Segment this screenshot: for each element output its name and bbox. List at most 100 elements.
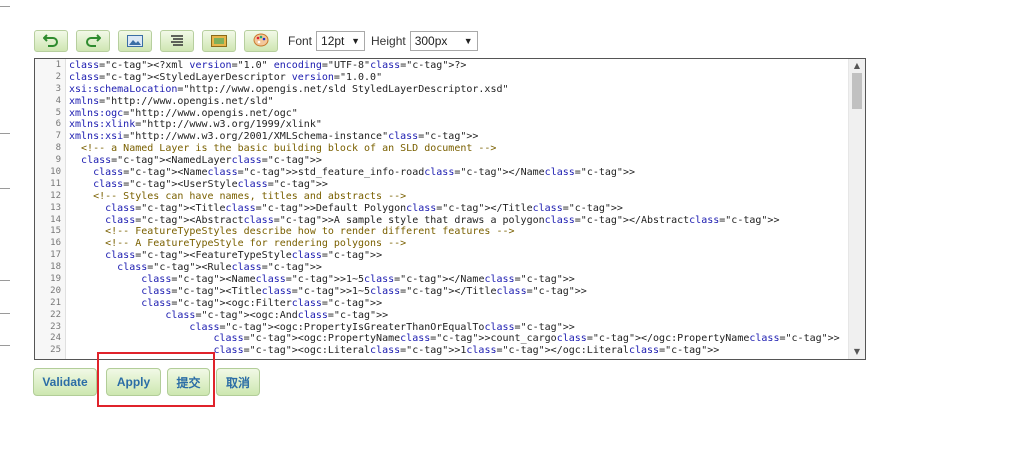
margin-tick [0,6,10,7]
code-text: <!-- a Named Layer is the basic building… [69,143,497,155]
height-value: 300px [414,34,448,48]
margin-tick [0,188,10,189]
apply-button[interactable]: Apply [106,368,161,396]
preview-button[interactable] [202,30,236,52]
code-line: 1 class="c-tag"><?xml version="1.0" encod… [35,60,865,72]
dropdown-arrow-icon: ▼ [463,36,473,46]
picture-frame-icon [211,32,227,51]
line-number: 5 [55,107,61,118]
insert-image-button[interactable] [118,30,152,52]
code-line: 4 xmlns="http://www.opengis.net/sld" [35,96,865,108]
code-line: 2 class="c-tag"><StyledLayerDescriptor ve… [35,72,865,84]
margin-tick [0,280,10,281]
line-number: 18 [50,262,61,273]
line-number: 2 [55,71,61,82]
margin-tick [0,345,10,346]
margin-tick [0,133,10,134]
dropdown-arrow-icon: ▼ [351,36,361,46]
line-number: 6 [55,119,61,130]
code-text: class="c-tag"><FeatureTypeStyleclass="c-… [105,250,383,262]
scroll-down-icon[interactable]: ▼ [849,345,865,359]
line-number: 16 [50,238,61,249]
code-text: xmlns:ogc="http://www.opengis.net/ogc" [69,107,298,119]
code-text: class="c-tag"><?xml version="1.0" encodi… [69,60,467,71]
code-line: 5 xmlns:ogc="http://www.opengis.net/ogc" [35,108,865,120]
code-line: 7 xmlns:xsi="http://www.w3.org/2001/XMLSc… [35,131,865,143]
code-text: class="c-tag"><Nameclass="c-tag">>std_fe… [93,167,635,179]
code-editor[interactable]: 1 class="c-tag"><?xml version="1.0" encod… [34,58,866,360]
redo-icon [85,32,102,51]
code-line: 10 class="c-tag"><Nameclass="c-tag">>std… [35,167,865,179]
code-line: 14 class="c-tag"><Abstractclass="c-tag">… [35,215,865,227]
undo-button[interactable] [34,30,68,52]
code-line: 25 class="c-tag"><ogc:Literalclass="c-ta… [35,345,865,357]
palette-icon [253,32,269,51]
code-line: 16 <!-- A FeatureTypeStyle for rendering… [35,238,865,250]
format-lines-icon [170,32,184,51]
code-line: 20 class="c-tag"><Titleclass="c-tag">>1~… [35,286,865,298]
code-text: class="c-tag"><Titleclass="c-tag">>Defau… [105,202,623,214]
code-line: 9 class="c-tag"><NamedLayerclass="c-tag"… [35,155,865,167]
code-line: 13 class="c-tag"><Titleclass="c-tag">>De… [35,203,865,215]
line-number: 3 [55,83,61,94]
code-text: class="c-tag"><ogc:PropertyNameclass="c-… [213,333,840,345]
code-text: <!-- FeatureTypeStyles describe how to r… [69,226,515,238]
line-number: 20 [50,285,61,296]
format-button[interactable] [160,30,194,52]
scroll-up-icon[interactable]: ▲ [849,59,865,73]
code-line: 15 <!-- FeatureTypeStyles describe how t… [35,226,865,238]
vertical-scrollbar[interactable]: ▲ ▼ [848,59,865,359]
line-number: 9 [55,155,61,166]
code-text: <!-- A FeatureTypeStyle for rendering po… [69,238,407,250]
code-text: class="c-tag"><UserStyleclass="c-tag">> [93,178,328,190]
image-icon [127,32,143,51]
code-text: xsi:schemaLocation="http://www.opengis.n… [69,83,509,95]
cancel-button[interactable]: 取消 [216,368,260,396]
line-number: 1 [55,60,61,70]
code-line: 17 class="c-tag"><FeatureTypeStyleclass=… [35,250,865,262]
line-number: 22 [50,309,61,320]
line-number: 11 [50,178,61,189]
margin-tick [0,313,10,314]
line-number: 15 [50,226,61,237]
code-text: <!-- Styles can have names, titles and a… [69,190,407,202]
code-text: class="c-tag"><Abstractclass="c-tag">>A … [105,214,780,226]
line-number: 14 [50,214,61,225]
code-line: 18 class="c-tag"><Ruleclass="c-tag">> [35,262,865,274]
code-line: 3 xsi:schemaLocation="http://www.opengis.… [35,84,865,96]
code-text: class="c-tag"><NamedLayerclass="c-tag">> [81,155,322,167]
color-button[interactable] [244,30,278,52]
code-text: class="c-tag"><ogc:Andclass="c-tag">> [165,309,389,321]
line-number: 4 [55,95,61,106]
code-text: class="c-tag"><Titleclass="c-tag">>1~5cl… [141,285,587,297]
line-number: 7 [55,131,61,142]
line-number: 24 [50,333,61,344]
code-text: class="c-tag"><ogc:Literalclass="c-tag">… [213,345,720,357]
height-label: Height [371,34,406,48]
line-number: 25 [50,345,61,356]
editor-toolbar: Font 12pt ▼ Height 300px ▼ [34,30,478,52]
height-select[interactable]: 300px ▼ [409,31,478,51]
code-line: 24 class="c-tag"><ogc:PropertyNameclass=… [35,333,865,345]
scrollbar-thumb[interactable] [852,73,862,109]
code-lines: 1 class="c-tag"><?xml version="1.0" encod… [35,60,865,357]
code-line: 22 class="c-tag"><ogc:Andclass="c-tag">> [35,310,865,322]
code-line: 12 <!-- Styles can have names, titles an… [35,191,865,203]
code-text: xmlns="http://www.opengis.net/sld" [69,95,274,107]
code-text: xmlns:xsi="http://www.w3.org/2001/XMLSch… [69,131,479,143]
code-text: class="c-tag"><ogc:Filterclass="c-tag">> [141,297,383,309]
validate-button[interactable]: Validate [33,368,97,396]
line-number: 13 [50,202,61,213]
line-number: 12 [50,190,61,201]
line-number: 21 [50,297,61,308]
submit-button[interactable]: 提交 [167,368,210,396]
line-number: 10 [50,167,61,178]
line-number: 19 [50,274,61,285]
font-size-select[interactable]: 12pt ▼ [316,31,366,51]
font-size-value: 12pt [321,34,345,48]
code-text: class="c-tag"><ogc:PropertyIsGreaterThan… [189,321,575,333]
redo-button[interactable] [76,30,110,52]
code-text: class="c-tag"><Nameclass="c-tag">>1~5cla… [141,274,575,286]
code-line: 19 class="c-tag"><Nameclass="c-tag">>1~5… [35,274,865,286]
line-number: 8 [55,143,61,154]
